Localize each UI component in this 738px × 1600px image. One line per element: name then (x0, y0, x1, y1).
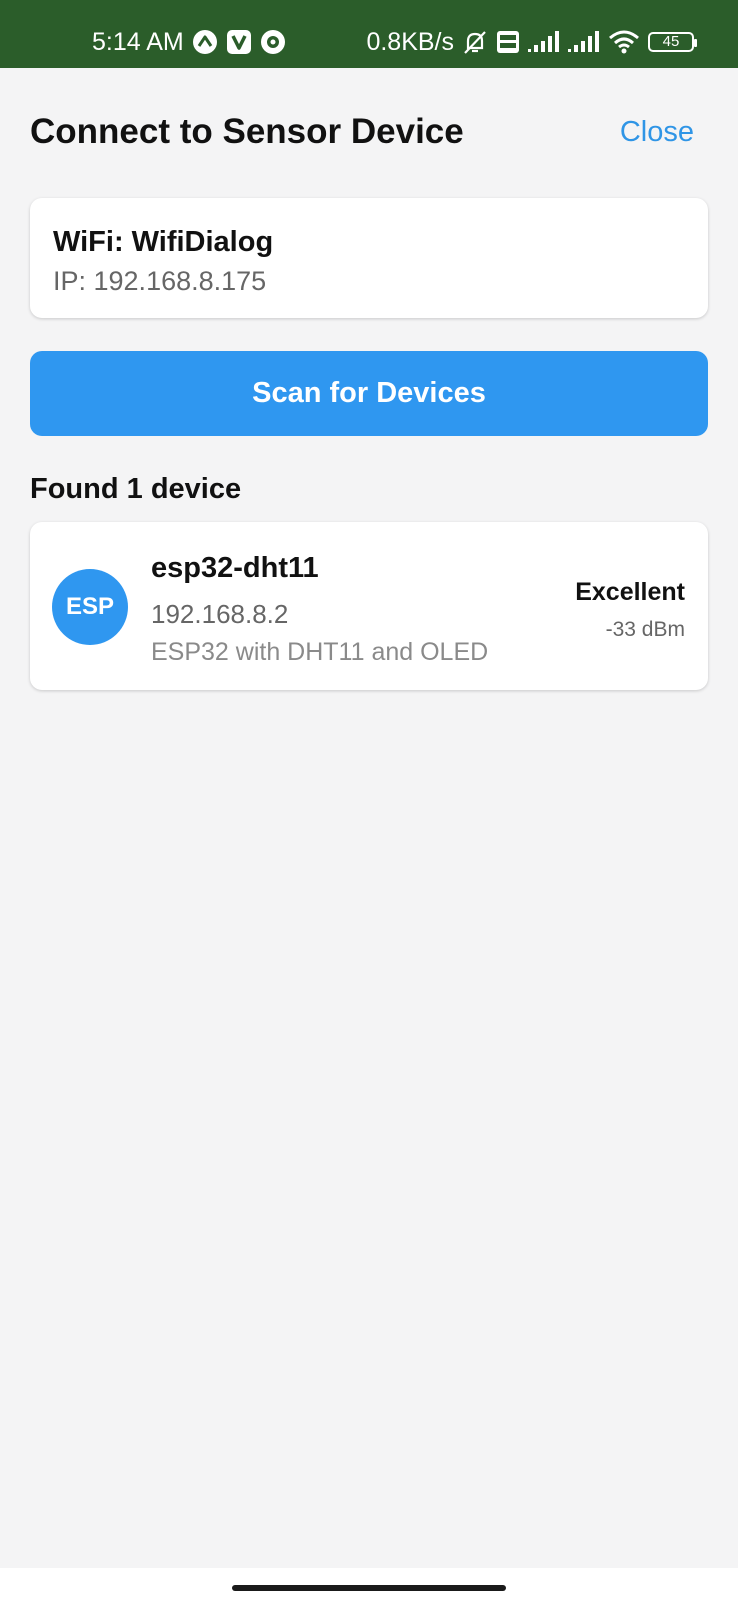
scan-button[interactable]: Scan for Devices (30, 351, 708, 436)
device-list-item[interactable]: ESP esp32-dht11 192.168.8.2 ESP32 with D… (30, 522, 708, 690)
status-bar: 5:14 AM 0.8KB/s 45 (0, 0, 738, 68)
navigation-bar (0, 1568, 738, 1600)
home-indicator[interactable] (232, 1585, 506, 1591)
shield-app-icon (260, 29, 286, 55)
device-name: esp32-dht11 (151, 552, 319, 584)
page-title: Connect to Sensor Device (30, 112, 464, 151)
device-description: ESP32 with DHT11 and OLED (151, 638, 489, 666)
status-time: 5:14 AM (92, 28, 184, 56)
signal-icon (528, 31, 560, 53)
close-button[interactable]: Close (620, 116, 694, 149)
v-app-icon (226, 29, 252, 55)
wifi-ip: IP: 192.168.8.175 (53, 266, 267, 296)
wifi-name: WiFi: WifiDialog (53, 226, 274, 258)
wifi-icon (608, 30, 640, 54)
found-count-label: Found 1 device (30, 473, 242, 505)
signal-icon (568, 31, 600, 53)
status-right: 0.8KB/s 45 (366, 26, 697, 58)
signal-quality: Excellent (575, 578, 685, 606)
mute-icon (462, 29, 488, 55)
status-left: 5:14 AM (92, 26, 286, 58)
network-speed: 0.8KB/s (366, 28, 454, 56)
device-avatar: ESP (52, 569, 128, 645)
signal-strength: -33 dBm (605, 618, 685, 641)
volte-icon (496, 30, 520, 54)
battery-icon: 45 (648, 32, 697, 52)
vpn-icon (192, 29, 218, 55)
wifi-info-card: WiFi: WifiDialog IP: 192.168.8.175 (30, 198, 708, 318)
device-ip: 192.168.8.2 (151, 599, 289, 629)
